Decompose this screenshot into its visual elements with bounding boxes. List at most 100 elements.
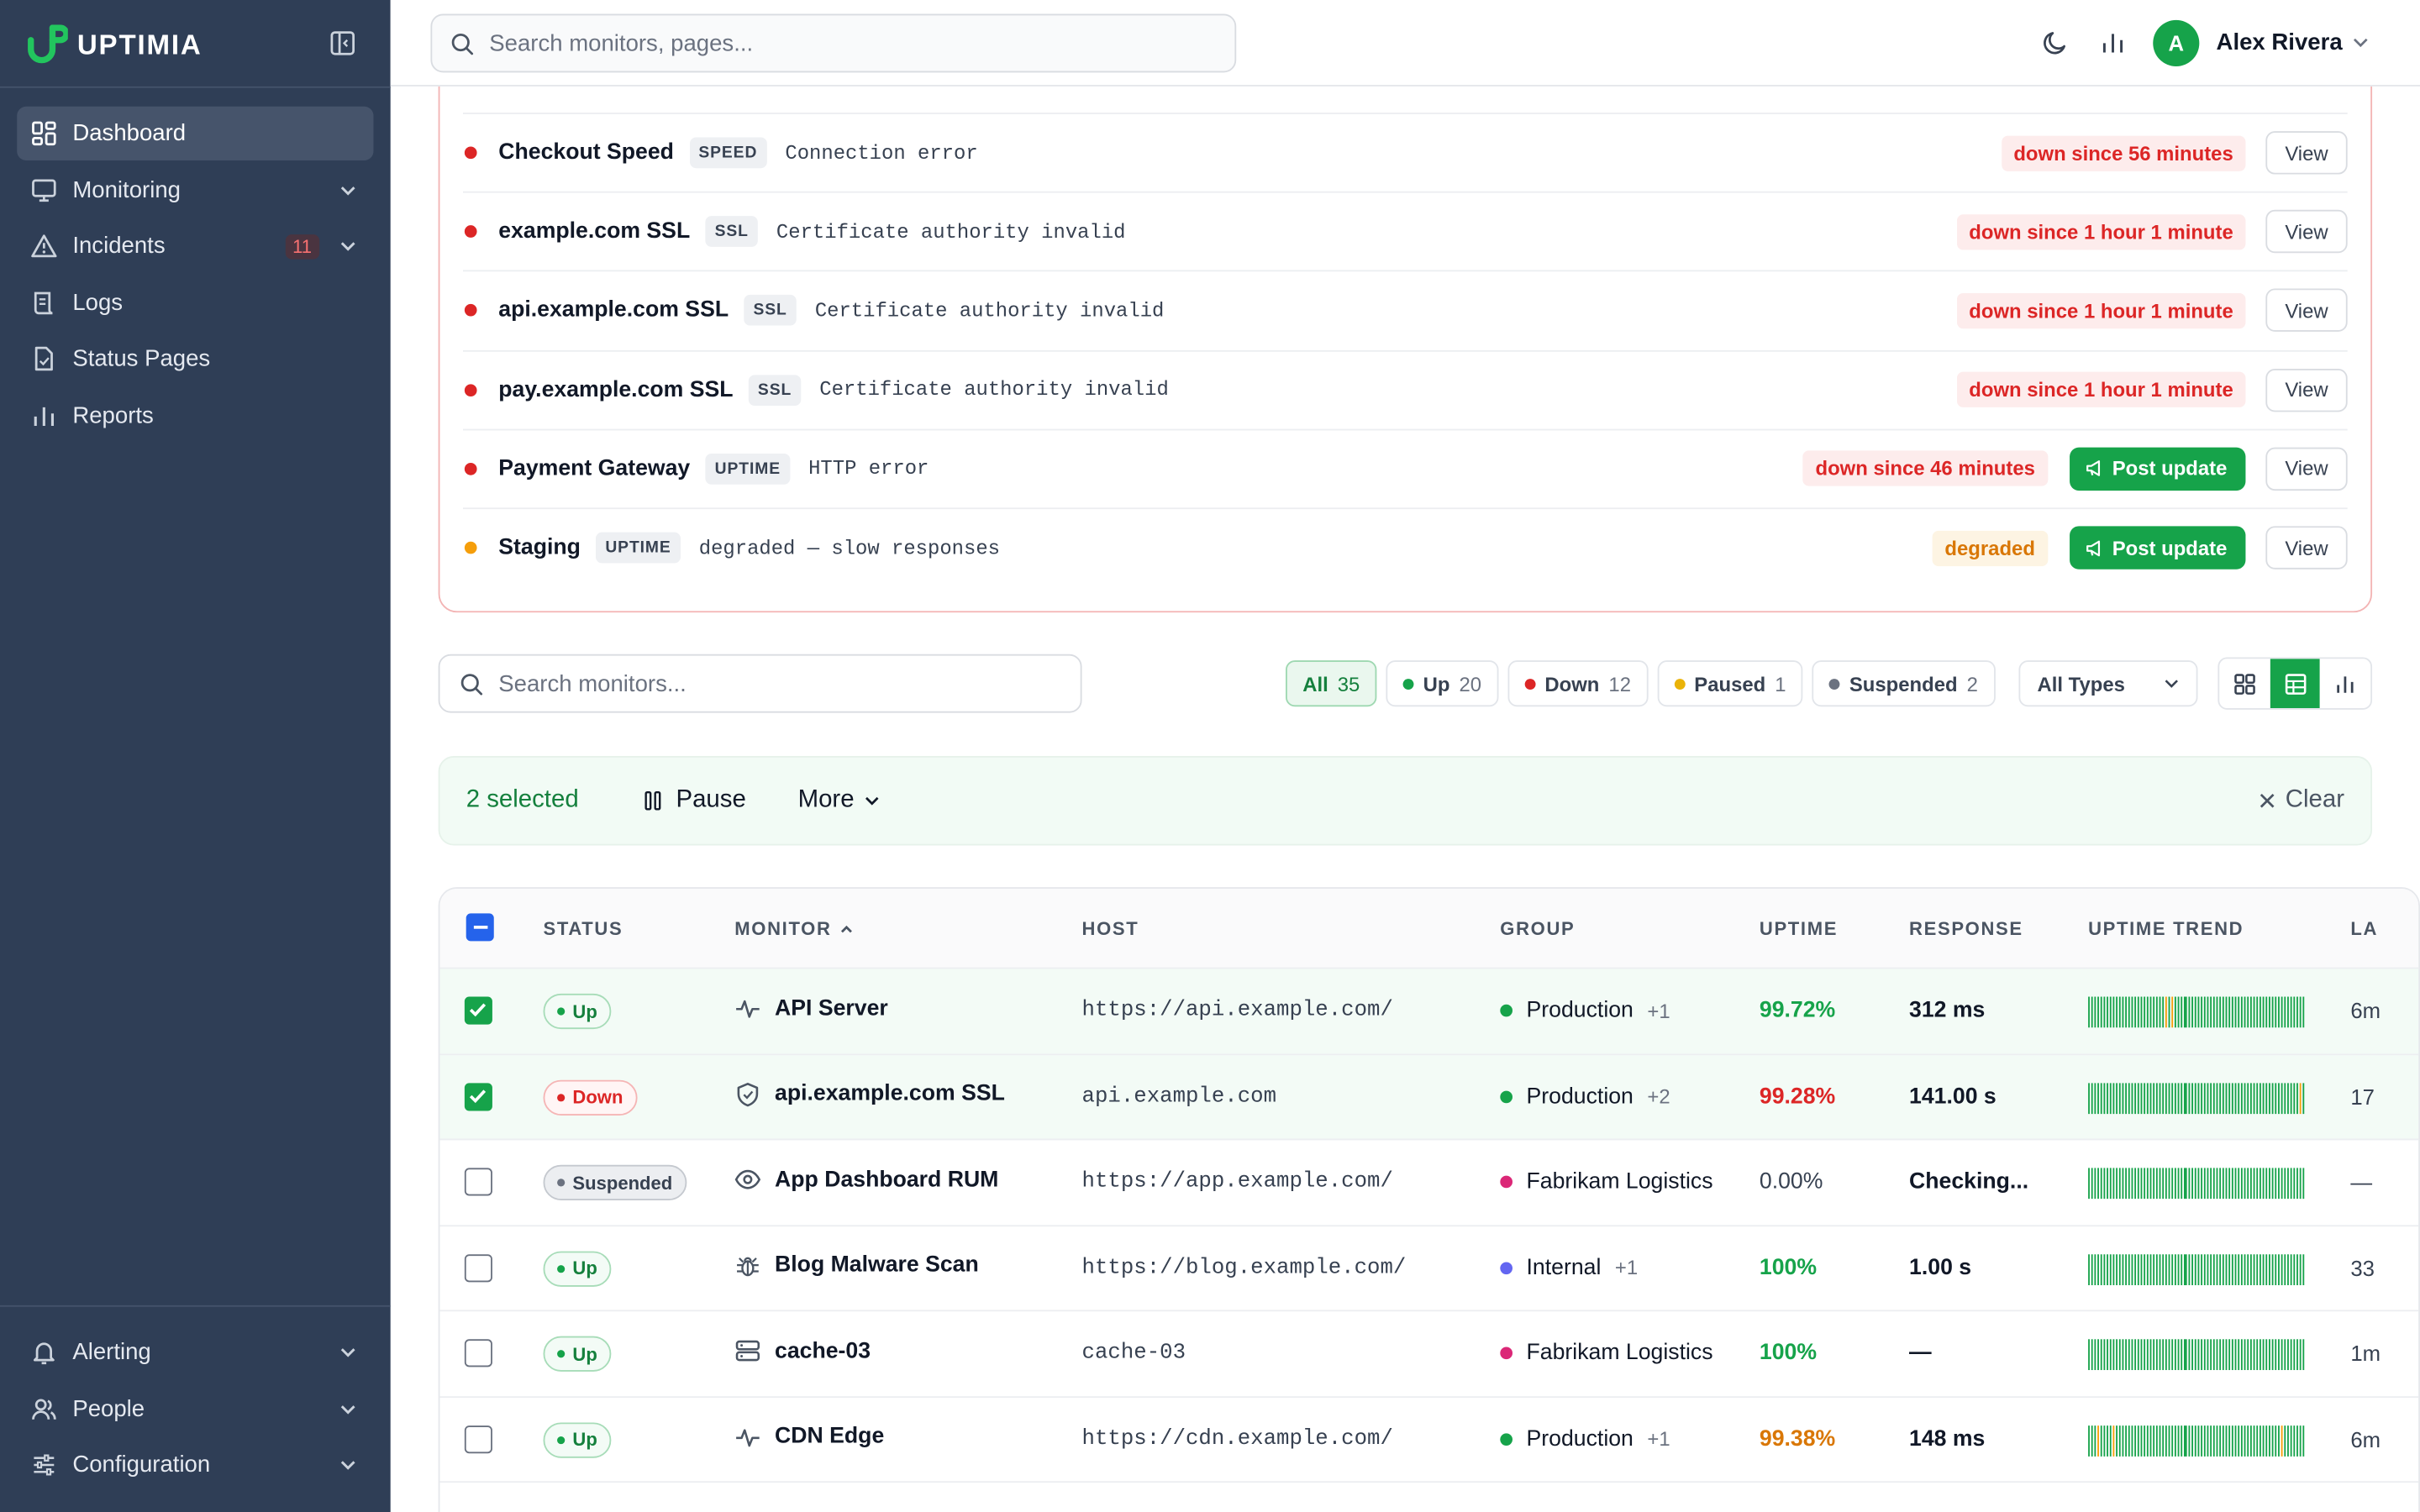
- sidebar-collapse-icon[interactable]: [329, 29, 356, 57]
- table-row[interactable]: Up cache-03 cache-03 Fabrikam Logistics 100%…: [439, 1311, 2419, 1398]
- user-name[interactable]: Alex Rivera: [2217, 29, 2343, 55]
- view-button[interactable]: View: [2265, 210, 2348, 254]
- grid-view-button[interactable]: [2219, 659, 2270, 708]
- monitor-name-cell[interactable]: App Dashboard RUM: [734, 1167, 998, 1193]
- more-actions-button[interactable]: More: [798, 787, 882, 815]
- sidebar-item-logs[interactable]: Logs: [17, 276, 373, 329]
- sidebar-item-status-pages[interactable]: Status Pages: [17, 333, 373, 386]
- view-button[interactable]: View: [2265, 289, 2348, 333]
- table-view-button[interactable]: [2270, 659, 2321, 709]
- column-group[interactable]: GROUP: [1500, 918, 1575, 940]
- monitor-name-cell[interactable]: api.example.com SSL: [734, 1081, 1005, 1107]
- trend-bar: [2256, 1253, 2258, 1285]
- incident-monitor-name[interactable]: pay.example.com SSL: [498, 377, 733, 402]
- incident-monitor-name[interactable]: Staging: [498, 535, 581, 559]
- filter-chip-down[interactable]: Down 12: [1507, 660, 1649, 707]
- monitor-name-cell[interactable]: API Server: [734, 995, 888, 1021]
- trend-bar: [2203, 1168, 2205, 1200]
- column-uptime-trend[interactable]: UPTIME TREND: [2088, 918, 2244, 940]
- incident-monitor-name[interactable]: Payment Gateway: [498, 456, 690, 480]
- dark-mode-moon-icon[interactable]: [2042, 29, 2070, 57]
- type-filter-select[interactable]: All Types: [2018, 660, 2198, 707]
- brand-logo[interactable]: UPTIMIA: [24, 24, 202, 66]
- filter-chip-paused[interactable]: Paused 1: [1657, 660, 1803, 707]
- trend-bar: [2249, 1082, 2252, 1114]
- incident-monitor-name[interactable]: example.com SSL: [498, 219, 690, 244]
- monitor-name-cell[interactable]: CDN Edge: [734, 1423, 884, 1449]
- sidebar-item-configuration[interactable]: Configuration: [17, 1438, 373, 1492]
- pause-button[interactable]: Pause: [642, 787, 746, 815]
- clear-selection-button[interactable]: Clear: [2258, 787, 2344, 815]
- sidebar-item-reports[interactable]: Reports: [17, 389, 373, 443]
- sidebar-item-people[interactable]: People: [17, 1382, 373, 1436]
- table-row[interactable]: Down api.example.com SSL api.example.com Pr…: [439, 1054, 2419, 1141]
- trend-bar: [2275, 1253, 2277, 1285]
- global-search[interactable]: [430, 13, 1237, 73]
- post-update-button[interactable]: Post update: [2069, 447, 2246, 491]
- table-row[interactable]: Up CDN Edge https://cdn.example.com/Produc…: [439, 1397, 2419, 1483]
- stats-chart-icon[interactable]: [2099, 29, 2127, 57]
- group-extra-count[interactable]: +1: [1647, 1427, 1670, 1451]
- group-extra-count[interactable]: +1: [1615, 1256, 1638, 1279]
- column-monitor[interactable]: MONITOR: [734, 918, 855, 940]
- filter-chip-up[interactable]: Up 20: [1386, 660, 1499, 707]
- incident-monitor-name[interactable]: Checkout Speed: [498, 140, 674, 165]
- status-dot: [464, 383, 477, 396]
- monitor-name-cell[interactable]: Blog Malware Scan: [734, 1252, 979, 1278]
- column-last-check[interactable]: LA: [2350, 918, 2378, 940]
- trend-bar: [2240, 1168, 2243, 1200]
- filter-chip-all[interactable]: All 35: [1286, 660, 1377, 707]
- status-dot: [1402, 678, 1414, 690]
- trend-bar: [2284, 1339, 2286, 1371]
- monitor-search-input[interactable]: [498, 670, 1055, 697]
- view-button[interactable]: View: [2265, 447, 2348, 491]
- trend-bar: [2256, 996, 2258, 1028]
- sidebar-item-incidents[interactable]: Incidents 11: [17, 219, 373, 273]
- view-button[interactable]: View: [2265, 131, 2348, 175]
- row-checkbox[interactable]: [464, 1425, 492, 1453]
- incident-monitor-name[interactable]: api.example.com SSL: [498, 298, 729, 323]
- table-row[interactable]: Suspended App Dashboard RUM https://app.ex…: [439, 1140, 2419, 1226]
- column-response[interactable]: RESPONSE: [1909, 918, 2023, 940]
- trend-bar: [2234, 1425, 2236, 1456]
- group-name: Internal: [1526, 1255, 1602, 1280]
- trend-bar: [2224, 1253, 2227, 1285]
- status-badge: Down: [543, 1079, 637, 1116]
- row-checkbox[interactable]: [464, 1339, 492, 1368]
- row-checkbox[interactable]: [464, 1253, 492, 1282]
- row-checkbox[interactable]: [464, 1082, 492, 1110]
- group-extra-count[interactable]: +2: [1647, 1084, 1670, 1108]
- chip-label: Down: [1544, 671, 1600, 696]
- view-button[interactable]: View: [2265, 526, 2348, 570]
- table-row[interactable]: Up API Server https://api.example.com/Prod…: [439, 969, 2419, 1055]
- monitor-type-tag: SPEED: [689, 137, 767, 169]
- select-all-checkbox[interactable]: [466, 913, 494, 942]
- row-checkbox[interactable]: [464, 996, 492, 1025]
- column-status[interactable]: STATUS: [544, 918, 623, 940]
- table-row[interactable]: Up Blog Malware Scan https://blog.example.…: [439, 1226, 2419, 1312]
- group-extra-count[interactable]: +1: [1647, 999, 1670, 1022]
- monitor-name: cache-03: [775, 1338, 871, 1363]
- trend-bar: [2196, 996, 2199, 1028]
- trend-bar: [2287, 996, 2289, 1028]
- column-uptime[interactable]: UPTIME: [1760, 918, 1838, 940]
- avatar[interactable]: A: [2153, 19, 2200, 66]
- chart-view-button[interactable]: [2320, 659, 2370, 708]
- chevron-down-icon[interactable]: [2350, 33, 2370, 53]
- incident-duration-badge: down since 56 minutes: [2001, 134, 2246, 171]
- sidebar-item-dashboard[interactable]: Dashboard: [17, 106, 374, 161]
- incident-duration-badge: down since 1 hour 1 minute: [1956, 213, 2246, 249]
- sidebar-item-monitoring[interactable]: Monitoring: [17, 163, 373, 217]
- view-button[interactable]: View: [2265, 368, 2348, 412]
- monitor-search[interactable]: [438, 654, 1082, 713]
- monitor-name-cell[interactable]: cache-03: [734, 1337, 871, 1363]
- row-checkbox[interactable]: [464, 1168, 492, 1196]
- post-update-button[interactable]: Post update: [2069, 526, 2246, 570]
- trend-bar: [2138, 1425, 2140, 1456]
- filter-chip-suspended[interactable]: Suspended 2: [1812, 660, 1996, 707]
- sidebar-item-alerting[interactable]: Alerting: [17, 1326, 373, 1379]
- chip-label: Up: [1423, 671, 1450, 696]
- trend-bar: [2237, 1082, 2239, 1114]
- global-search-input[interactable]: [489, 29, 1200, 57]
- column-host[interactable]: HOST: [1082, 918, 1139, 940]
